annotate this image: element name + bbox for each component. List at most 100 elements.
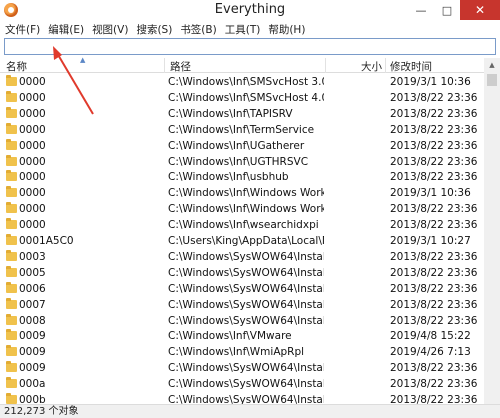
row-modified: 2013/8/22 23:36 [390, 378, 478, 391]
column-header: 名称 ▲ 路径 大小 修改时间 [0, 56, 484, 74]
row-modified: 2013/8/22 23:36 [390, 91, 478, 104]
row-path: C:\Windows\Inf\TAPISRV [168, 107, 293, 120]
column-path[interactable]: 路径 [170, 59, 191, 74]
sort-ascending-icon: ▲ [80, 56, 86, 64]
table-row[interactable]: 000b C:\Windows\SysWOW64\InstallS... 2013/… [0, 392, 484, 404]
menu-edit[interactable]: 编辑(E) [48, 22, 84, 37]
table-row[interactable]: 0000 C:\Windows\Inf\TermService 2013/8/22 … [0, 122, 484, 138]
maximize-button[interactable]: □ [434, 0, 460, 20]
folder-icon [6, 297, 17, 309]
results-list[interactable]: 0000 C:\Windows\Inf\SMSvcHost 3.0.... 2019… [0, 74, 484, 404]
table-row[interactable]: 0000 C:\Windows\Inf\UGatherer 2013/8/22 23… [0, 138, 484, 154]
row-modified: 2013/8/22 23:36 [390, 298, 478, 311]
table-row[interactable]: 0006 C:\Windows\SysWOW64\InstallS... 2013/… [0, 281, 484, 297]
table-row[interactable]: 0009 C:\Windows\Inf\WmiApRpl 2019/4/26 7:1… [0, 344, 484, 360]
menu-bar: 文件(F) 编辑(E) 视图(V) 搜索(S) 书签(B) 工具(T) 帮助(H… [0, 20, 500, 38]
row-name: 000b [19, 394, 46, 404]
row-name: 0000 [19, 91, 46, 104]
vertical-scrollbar[interactable]: ▲ [484, 58, 500, 404]
row-path: C:\Windows\Inf\Windows Workf... [168, 203, 324, 216]
row-path: C:\Windows\SysWOW64\InstallS... [168, 378, 324, 391]
column-divider[interactable] [385, 58, 386, 73]
folder-icon [6, 329, 17, 341]
row-path: C:\Windows\Inf\TermService [168, 123, 315, 136]
row-name: 0009 [19, 362, 46, 375]
row-modified: 2013/8/22 23:36 [390, 203, 478, 216]
column-divider[interactable] [325, 58, 326, 73]
row-name: 0000 [19, 203, 46, 216]
row-name: 0000 [19, 155, 46, 168]
scroll-up-icon[interactable]: ▲ [484, 58, 500, 72]
folder-icon [6, 218, 17, 230]
table-row[interactable]: 0000 C:\Windows\Inf\SMSvcHost 4.0.... 2013… [0, 90, 484, 106]
table-row[interactable]: 0008 C:\Windows\SysWOW64\InstallS... 2013/… [0, 313, 484, 329]
row-modified: 2019/4/26 7:13 [390, 346, 471, 359]
folder-icon [6, 234, 17, 245]
row-name: 0000 [19, 219, 46, 232]
row-modified: 2019/3/1 10:36 [390, 187, 471, 200]
folder-icon [6, 122, 17, 134]
folder-icon [6, 345, 17, 357]
row-name: 0000 [19, 171, 46, 184]
table-row[interactable]: 0009 C:\Windows\Inf\VMware 2019/4/8 15:22 [0, 328, 484, 344]
column-modified[interactable]: 修改时间 [390, 59, 432, 74]
row-modified: 2019/3/1 10:36 [390, 76, 471, 88]
table-row[interactable]: 0003 C:\Windows\SysWOW64\InstallS... 2013/… [0, 249, 484, 265]
table-row[interactable]: 0000 C:\Windows\Inf\Windows Workf... 2019/… [0, 185, 484, 201]
menu-search[interactable]: 搜索(S) [136, 22, 172, 37]
table-row[interactable]: 0001A5C0 C:\Users\King\AppData\Local\M...… [0, 233, 484, 249]
folder-icon [6, 265, 17, 277]
row-modified: 2013/8/22 23:36 [390, 250, 478, 263]
search-input[interactable] [5, 39, 495, 54]
row-name: 0000 [19, 187, 46, 200]
column-divider[interactable] [164, 58, 165, 73]
menu-tools[interactable]: 工具(T) [225, 22, 261, 37]
row-modified: 2013/8/22 23:36 [390, 266, 478, 279]
table-row[interactable]: 0000 C:\Windows\Inf\usbhub 2013/8/22 23:36 [0, 169, 484, 185]
status-bar: 212,273 个对象 [0, 404, 500, 418]
table-row[interactable]: 0007 C:\Windows\SysWOW64\InstallS... 2013/… [0, 297, 484, 313]
row-path: C:\Windows\SysWOW64\InstallS... [168, 282, 324, 295]
object-count: 212,273 个对象 [4, 406, 79, 417]
row-path: C:\Windows\Inf\usbhub [168, 171, 289, 184]
table-row[interactable]: 0000 C:\Windows\Inf\UGTHRSVC 2013/8/22 23:… [0, 154, 484, 170]
column-size[interactable]: 大小 [361, 59, 382, 74]
table-row[interactable]: 0000 C:\Windows\Inf\wsearchidxpi 2013/8/22… [0, 217, 484, 233]
menu-help[interactable]: 帮助(H) [268, 22, 305, 37]
row-path: C:\Windows\SysWOW64\InstallS... [168, 362, 324, 375]
folder-icon [6, 186, 17, 198]
row-modified: 2013/8/22 23:36 [390, 394, 478, 404]
row-name: 0000 [19, 107, 46, 120]
table-row[interactable]: 0005 C:\Windows\SysWOW64\InstallS... 2013/… [0, 265, 484, 281]
row-name: 0000 [19, 139, 46, 152]
folder-icon [6, 154, 17, 166]
minimize-button[interactable]: — [408, 0, 434, 20]
table-row[interactable]: 0000 C:\Windows\Inf\TAPISRV 2013/8/22 23:3… [0, 106, 484, 122]
table-row[interactable]: 000a C:\Windows\SysWOW64\InstallS... 2013/… [0, 376, 484, 392]
row-path: C:\Windows\SysWOW64\InstallS... [168, 394, 324, 404]
folder-icon [6, 361, 17, 373]
scroll-thumb[interactable] [487, 74, 497, 86]
table-row[interactable]: 0009 C:\Windows\SysWOW64\InstallS... 2013/… [0, 360, 484, 376]
row-path: C:\Users\King\AppData\Local\M... [168, 235, 324, 247]
row-path: C:\Windows\SysWOW64\InstallS... [168, 250, 324, 263]
menu-file[interactable]: 文件(F) [5, 22, 40, 37]
close-button[interactable]: ✕ [460, 0, 500, 20]
row-modified: 2013/8/22 23:36 [390, 139, 478, 152]
row-modified: 2019/4/8 15:22 [390, 330, 471, 343]
column-name[interactable]: 名称 [6, 59, 27, 74]
search-box [4, 38, 496, 55]
title-bar: Everything — □ ✕ [0, 0, 500, 20]
menu-bookmarks[interactable]: 书签(B) [180, 22, 216, 37]
row-modified: 2013/8/22 23:36 [390, 107, 478, 120]
row-modified: 2013/8/22 23:36 [390, 171, 478, 184]
row-modified: 2019/3/1 10:27 [390, 235, 471, 247]
row-modified: 2013/8/22 23:36 [390, 123, 478, 136]
row-modified: 2013/8/22 23:36 [390, 282, 478, 295]
table-row[interactable]: 0000 C:\Windows\Inf\SMSvcHost 3.0.... 2019… [0, 74, 484, 90]
folder-icon [6, 393, 17, 404]
menu-view[interactable]: 视图(V) [92, 22, 128, 37]
table-row[interactable]: 0000 C:\Windows\Inf\Windows Workf... 2013/… [0, 201, 484, 217]
row-path: C:\Windows\Inf\SMSvcHost 3.0.... [168, 76, 324, 88]
row-name: 0000 [19, 76, 46, 88]
